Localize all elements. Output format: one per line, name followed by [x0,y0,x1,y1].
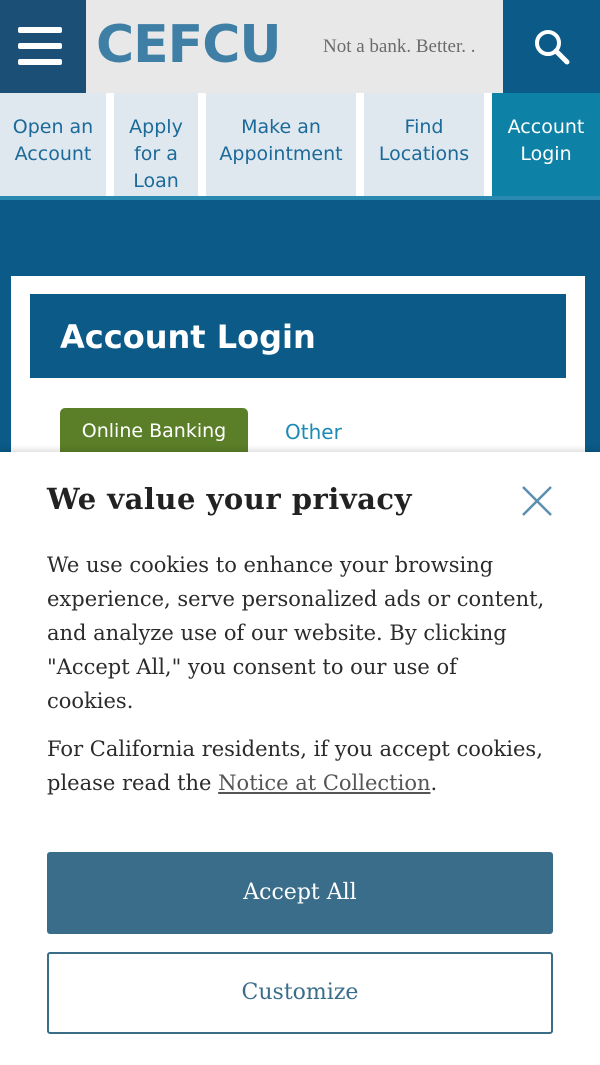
california-notice: For California residents, if you accept … [47,732,557,800]
tab-online-banking[interactable]: Online Banking [60,408,248,454]
quick-links-bar: Open an Account Apply for a Loan Make an… [0,93,600,196]
quick-link-label: Apply for a Loan [129,116,183,192]
login-card-title: Account Login [60,318,316,356]
quick-link-label: Account Login [507,116,585,165]
search-icon [535,30,570,65]
tagline: Not a bank. Better. . [323,36,476,57]
accept-all-button[interactable]: Accept All [47,852,553,934]
quick-link-account-login[interactable]: Account Login [492,93,600,196]
notice-at-collection-link[interactable]: Notice at Collection [218,771,430,795]
quick-link-find-locations[interactable]: Find Locations [364,93,484,196]
tab-other[interactable]: Other [285,420,342,444]
quick-link-open-account[interactable]: Open an Account [0,93,106,196]
california-suffix: . [430,771,438,795]
band-divider [0,196,600,200]
quick-link-make-appointment[interactable]: Make an Appointment [206,93,356,196]
card-right-edge [585,276,600,456]
menu-bar [18,59,62,65]
privacy-title: We value your privacy [47,482,412,516]
close-icon[interactable] [518,482,556,520]
menu-bar [18,43,62,49]
quick-link-label: Find Locations [378,116,470,165]
quick-link-apply-loan[interactable]: Apply for a Loan [114,93,198,196]
cefcu-logo[interactable]: CEFCU [96,17,282,73]
site-header: CEFCU Not a bank. Better. . [0,0,600,93]
close-x-icon [522,486,552,516]
quick-link-label: Make an Appointment [219,116,343,165]
privacy-description: We use cookies to enhance your browsing … [47,553,545,713]
quick-link-label: Open an Account [12,116,94,165]
hamburger-menu-icon[interactable] [0,0,86,93]
menu-bar [18,27,62,33]
customize-button[interactable]: Customize [47,952,553,1034]
search-button[interactable] [503,0,600,93]
